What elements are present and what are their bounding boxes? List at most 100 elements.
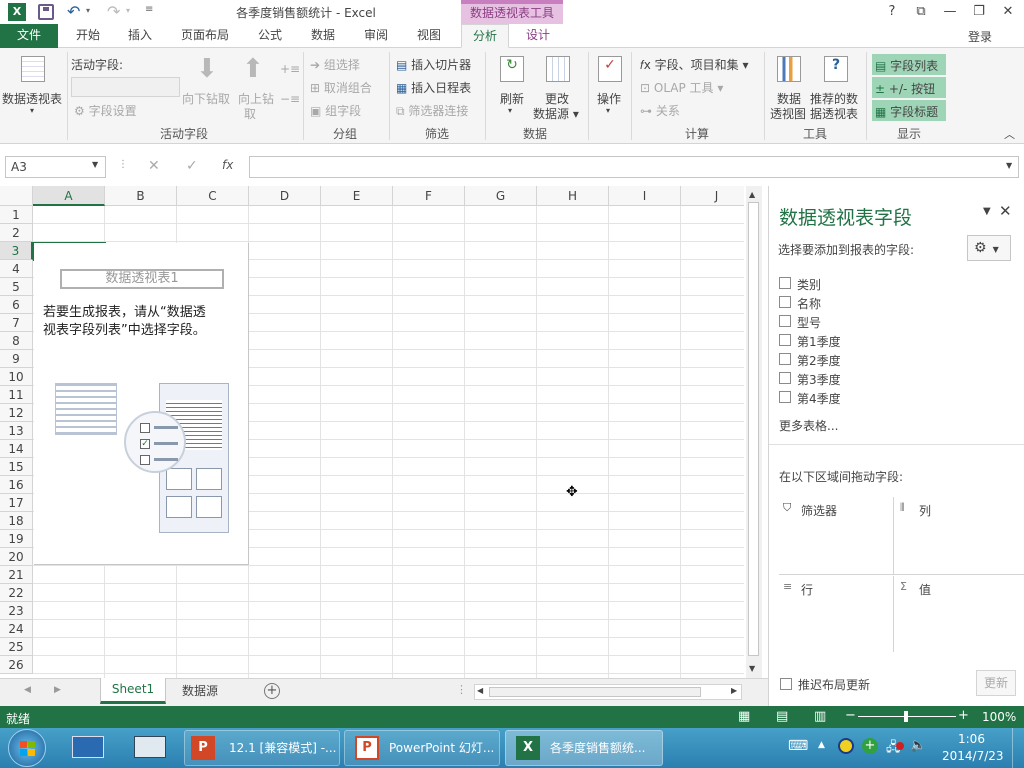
name-box-dropdown-icon[interactable]: ▼: [92, 160, 98, 169]
field-item[interactable]: 第2季度: [779, 353, 979, 369]
scroll-right-icon[interactable]: ▶: [731, 686, 737, 695]
column-header-d[interactable]: D: [249, 186, 321, 206]
row-header-2[interactable]: 2: [0, 224, 33, 242]
actions-button[interactable]: ✓ 操作 ▾: [594, 52, 626, 120]
row-header-3[interactable]: 3: [0, 242, 33, 260]
minimize-icon[interactable]: —: [936, 2, 964, 22]
row-header-23[interactable]: 23: [0, 602, 33, 620]
row-header-22[interactable]: 22: [0, 584, 33, 602]
clock-date[interactable]: 2014/7/23: [942, 749, 1004, 763]
show-desktop-button[interactable]: [1012, 728, 1024, 768]
field-item[interactable]: 类别: [779, 277, 979, 293]
tab-design[interactable]: 设计: [515, 24, 561, 48]
row-header-9[interactable]: 9: [0, 350, 33, 368]
tab-file[interactable]: 文件: [0, 24, 58, 48]
restore-icon[interactable]: ❐: [965, 2, 993, 22]
sheet-tab-datasource[interactable]: 数据源: [170, 681, 230, 703]
field-settings-button[interactable]: ⚙ 字段设置: [74, 102, 137, 119]
scroll-thumb[interactable]: [748, 202, 759, 656]
enter-icon[interactable]: ✓: [186, 158, 198, 174]
column-header-a[interactable]: A: [33, 186, 105, 206]
drill-down-button[interactable]: ⬇ 向下钻取: [182, 54, 234, 114]
row-header-5[interactable]: 5: [0, 278, 33, 296]
column-header-f[interactable]: F: [393, 186, 465, 206]
scroll-down-icon[interactable]: ▼: [749, 664, 755, 673]
column-header-e[interactable]: E: [321, 186, 393, 206]
row-header-26[interactable]: 26: [0, 656, 33, 674]
field-checkbox[interactable]: [779, 296, 791, 308]
collapse-ribbon-icon[interactable]: ︿: [1004, 126, 1015, 142]
tools-gear-button[interactable]: ⚙ ▼: [967, 235, 1011, 261]
field-checkbox[interactable]: [779, 372, 791, 384]
row-header-17[interactable]: 17: [0, 494, 33, 512]
formula-input[interactable]: [249, 156, 1019, 178]
field-item[interactable]: 第4季度: [779, 391, 979, 407]
row-header-7[interactable]: 7: [0, 314, 33, 332]
field-item[interactable]: 型号: [779, 315, 979, 331]
insert-function-icon[interactable]: fx: [222, 158, 233, 172]
filter-connections-button[interactable]: ⧉ 筛选器连接: [396, 102, 468, 119]
row-header-20[interactable]: 20: [0, 548, 33, 566]
defer-update-checkbox[interactable]: [780, 678, 792, 690]
tray-app-icon[interactable]: [838, 738, 854, 754]
row-header-14[interactable]: 14: [0, 440, 33, 458]
column-header-i[interactable]: I: [609, 186, 681, 206]
fields-items-sets-button[interactable]: 𝑓x 字段、项目和集 ▾: [640, 56, 749, 73]
page-layout-view-icon[interactable]: ▤: [776, 709, 788, 724]
rows-area[interactable]: ≡ 行: [779, 576, 894, 652]
values-area[interactable]: Σ 值: [894, 576, 1024, 652]
drill-up-button[interactable]: ⬆ 向上钻 取: [236, 54, 276, 121]
pivot-table-button[interactable]: 数据透视表 ▾: [2, 52, 64, 120]
zoom-slider-thumb[interactable]: [904, 711, 908, 722]
refresh-button[interactable]: ↻ 刷新 ▾: [494, 52, 530, 120]
row-header-24[interactable]: 24: [0, 620, 33, 638]
zoom-in-icon[interactable]: +: [958, 708, 969, 723]
ribbon-display-icon[interactable]: ⧉: [907, 2, 935, 22]
page-break-view-icon[interactable]: ▥: [814, 709, 826, 724]
column-header-h[interactable]: H: [537, 186, 609, 206]
column-header-b[interactable]: B: [105, 186, 177, 206]
tab-analyze[interactable]: 分析: [461, 24, 509, 48]
filters-area[interactable]: ⛉ 筛选器: [779, 497, 894, 575]
sheet-tab-sheet1[interactable]: Sheet1: [100, 678, 166, 704]
zoom-out-icon[interactable]: −: [845, 708, 856, 723]
horizontal-scrollbar[interactable]: ◀ ▶: [474, 684, 742, 700]
tab-split-grip-icon[interactable]: ⋮: [456, 683, 467, 696]
prev-sheet-icon[interactable]: ◀: [24, 685, 31, 695]
tray-plus-icon[interactable]: +: [862, 738, 878, 754]
expand-field-icon[interactable]: +≡: [280, 62, 300, 76]
relationships-button[interactable]: ⊶ 关系: [640, 102, 680, 119]
column-header-j[interactable]: J: [681, 186, 744, 206]
row-header-25[interactable]: 25: [0, 638, 33, 656]
taskbar-item-ppt-compat[interactable]: P 12.1 [兼容模式] -...: [184, 730, 340, 766]
field-checkbox[interactable]: [779, 277, 791, 289]
panel-close-icon[interactable]: ✕: [999, 202, 1012, 220]
row-header-15[interactable]: 15: [0, 458, 33, 476]
column-header-g[interactable]: G: [465, 186, 537, 206]
row-header-1[interactable]: 1: [0, 206, 33, 224]
formula-bar-grip-icon[interactable]: ⋮: [118, 159, 128, 170]
tab-review[interactable]: 审阅: [354, 24, 398, 48]
row-header-12[interactable]: 12: [0, 404, 33, 422]
pivot-placeholder[interactable]: 数据透视表1 若要生成报表，请从“数据透 视表字段列表”中选择字段。 ✓: [34, 243, 249, 565]
sign-in-link[interactable]: 登录: [968, 28, 992, 45]
new-sheet-icon[interactable]: +: [264, 683, 280, 699]
field-list-toggle[interactable]: ▤ 字段列表: [872, 54, 946, 75]
collapse-field-icon[interactable]: −≡: [280, 92, 300, 106]
field-item[interactable]: 第1季度: [779, 334, 979, 350]
tab-page-layout[interactable]: 页面布局: [170, 24, 240, 48]
insert-slicer-button[interactable]: ▤ 插入切片器: [396, 56, 471, 73]
recommended-pivots-button[interactable]: ? 推荐的数 据透视表: [810, 52, 862, 121]
next-sheet-icon[interactable]: ▶: [54, 685, 61, 695]
show-hidden-icons[interactable]: ▲: [818, 740, 825, 750]
tab-view[interactable]: 视图: [407, 24, 451, 48]
help-button[interactable]: ?: [878, 2, 906, 22]
tab-home[interactable]: 开始: [66, 24, 110, 48]
row-header-18[interactable]: 18: [0, 512, 33, 530]
vertical-scrollbar[interactable]: ▲ ▼: [746, 186, 762, 678]
update-button[interactable]: 更新: [976, 670, 1016, 696]
expand-formula-icon[interactable]: ▼: [1006, 161, 1012, 170]
name-box[interactable]: A3: [5, 156, 106, 178]
tab-data[interactable]: 数据: [301, 24, 345, 48]
field-checkbox[interactable]: [779, 353, 791, 365]
